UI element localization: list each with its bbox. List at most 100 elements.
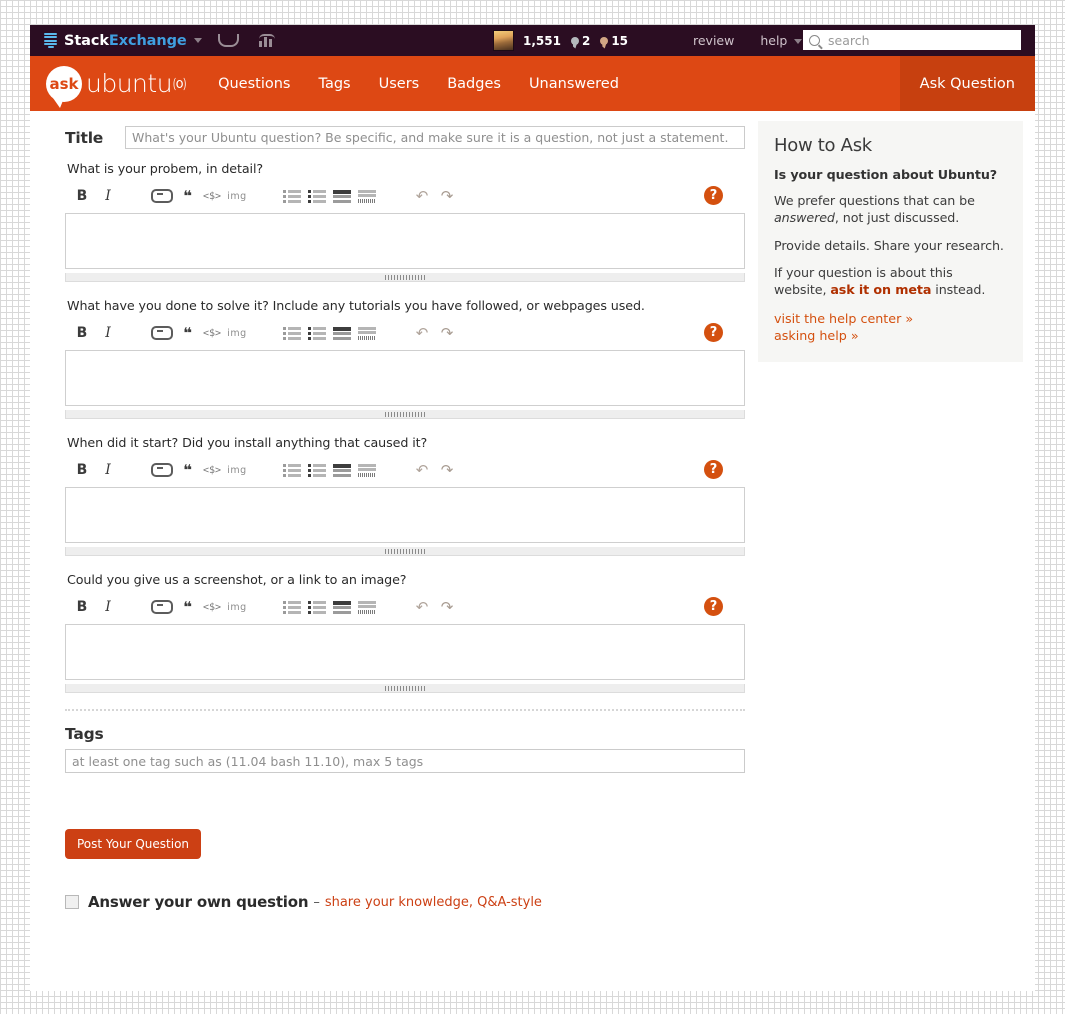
inbox-button[interactable] — [208, 25, 249, 56]
editor-help-icon[interactable]: ? — [704, 186, 723, 205]
blockquote-button[interactable]: ❝ — [176, 461, 198, 479]
editor-block-1: What is your probem, in detail? B I ❝ <$… — [65, 161, 745, 282]
sidebar-p1-text-b: , not just discussed. — [834, 209, 960, 225]
undo-button[interactable]: ↶ — [411, 187, 433, 205]
how-to-ask-sidebar: How to Ask Is your question about Ubuntu… — [758, 121, 1023, 363]
numbered-list-button[interactable] — [281, 187, 303, 205]
image-button[interactable]: img — [226, 187, 248, 205]
chevron-down-icon — [193, 38, 202, 43]
asking-help-link[interactable]: asking help » — [774, 327, 1007, 344]
post-your-question-button[interactable]: Post Your Question — [65, 829, 202, 859]
horizontal-rule-icon — [358, 463, 376, 477]
achievements-icon — [258, 34, 275, 47]
stack-exchange-icon — [44, 33, 57, 48]
search-box[interactable] — [803, 30, 1021, 50]
nav-item-unanswered[interactable]: Unanswered — [515, 56, 633, 111]
nav-item-tags[interactable]: Tags — [305, 56, 365, 111]
heading-icon — [333, 189, 351, 203]
heading-button[interactable] — [331, 598, 353, 616]
link-button[interactable] — [151, 324, 173, 342]
bulleted-list-button[interactable] — [306, 461, 328, 479]
horizontal-rule-button[interactable] — [356, 598, 378, 616]
bulleted-list-button[interactable] — [306, 598, 328, 616]
resize-grip[interactable] — [65, 273, 745, 282]
image-button[interactable]: img — [226, 324, 248, 342]
nav-item-badges[interactable]: Badges — [433, 56, 515, 111]
code-button[interactable]: <$> — [201, 598, 223, 616]
answer-own-question-subtitle: share your knowledge, Q&A-style — [324, 894, 542, 910]
link-button[interactable] — [151, 187, 173, 205]
italic-button[interactable]: I — [95, 462, 121, 478]
blockquote-button[interactable]: ❝ — [176, 598, 198, 616]
bulleted-list-icon — [308, 464, 326, 477]
redo-button[interactable]: ↷ — [436, 461, 458, 479]
reputation-value[interactable]: 1,551 — [523, 34, 561, 48]
heading-icon — [333, 463, 351, 477]
sidebar-paragraph-1: We prefer questions that can be answered… — [774, 193, 1007, 227]
editor-textarea-1[interactable] — [65, 213, 745, 269]
tags-input[interactable] — [65, 749, 745, 773]
title-input[interactable] — [125, 126, 745, 149]
link-button[interactable] — [151, 461, 173, 479]
resize-grip[interactable] — [65, 547, 745, 556]
heading-button[interactable] — [331, 324, 353, 342]
bold-button[interactable]: B — [69, 599, 95, 615]
askubuntu-logo[interactable]: ask ubuntu ⒪ — [30, 56, 204, 111]
editor-toolbar-1: B I ❝ <$> img ↶ ↷ ? — [65, 183, 745, 209]
bulleted-list-button[interactable] — [306, 187, 328, 205]
resize-grip[interactable] — [65, 684, 745, 693]
ask-question-form: Title What is your probem, in detail? B … — [65, 126, 745, 911]
bold-button[interactable]: B — [69, 462, 95, 478]
silver-badge-count[interactable]: 2 — [582, 34, 590, 48]
blockquote-button[interactable]: ❝ — [176, 187, 198, 205]
editor-help-icon[interactable]: ? — [704, 323, 723, 342]
image-button[interactable]: img — [226, 598, 248, 616]
code-button[interactable]: <$> — [201, 461, 223, 479]
redo-button[interactable]: ↷ — [436, 598, 458, 616]
editor-textarea-2[interactable] — [65, 350, 745, 406]
editor-textarea-4[interactable] — [65, 624, 745, 680]
horizontal-rule-button[interactable] — [356, 324, 378, 342]
editor-textarea-3[interactable] — [65, 487, 745, 543]
heading-button[interactable] — [331, 461, 353, 479]
ask-on-meta-link[interactable]: ask it on meta — [830, 282, 931, 297]
horizontal-rule-button[interactable] — [356, 187, 378, 205]
numbered-list-button[interactable] — [281, 324, 303, 342]
bronze-badge-count[interactable]: 15 — [611, 34, 628, 48]
review-link[interactable]: review — [680, 33, 747, 48]
horizontal-rule-button[interactable] — [356, 461, 378, 479]
code-button[interactable]: <$> — [201, 187, 223, 205]
italic-button[interactable]: I — [95, 188, 121, 204]
numbered-list-button[interactable] — [281, 598, 303, 616]
resize-grip[interactable] — [65, 410, 745, 419]
logo-bubble: ask — [46, 65, 82, 108]
avatar-link[interactable] — [493, 30, 514, 51]
ask-question-button[interactable]: Ask Question — [899, 56, 1035, 111]
undo-button[interactable]: ↶ — [411, 324, 433, 342]
heading-button[interactable] — [331, 187, 353, 205]
undo-button[interactable]: ↶ — [411, 598, 433, 616]
bold-button[interactable]: B — [69, 188, 95, 204]
italic-button[interactable]: I — [95, 599, 121, 615]
bold-button[interactable]: B — [69, 325, 95, 341]
search-input[interactable] — [826, 31, 1015, 49]
editor-help-icon[interactable]: ? — [704, 597, 723, 616]
italic-button[interactable]: I — [95, 325, 121, 341]
bulleted-list-button[interactable] — [306, 324, 328, 342]
undo-button[interactable]: ↶ — [411, 461, 433, 479]
blockquote-button[interactable]: ❝ — [176, 324, 198, 342]
image-button[interactable]: img — [226, 461, 248, 479]
stack-exchange-logo-link[interactable]: StackExchange — [30, 25, 208, 56]
redo-button[interactable]: ↷ — [436, 324, 458, 342]
nav-item-users[interactable]: Users — [365, 56, 434, 111]
nav-item-questions[interactable]: Questions — [204, 56, 304, 111]
editor-help-icon[interactable]: ? — [704, 460, 723, 479]
topbar-links: review help — [680, 25, 815, 56]
link-button[interactable] — [151, 598, 173, 616]
redo-button[interactable]: ↷ — [436, 187, 458, 205]
achievements-button[interactable] — [249, 25, 285, 56]
help-center-link[interactable]: visit the help center » — [774, 310, 1007, 327]
numbered-list-button[interactable] — [281, 461, 303, 479]
answer-own-question-checkbox[interactable] — [65, 895, 79, 909]
code-button[interactable]: <$> — [201, 324, 223, 342]
